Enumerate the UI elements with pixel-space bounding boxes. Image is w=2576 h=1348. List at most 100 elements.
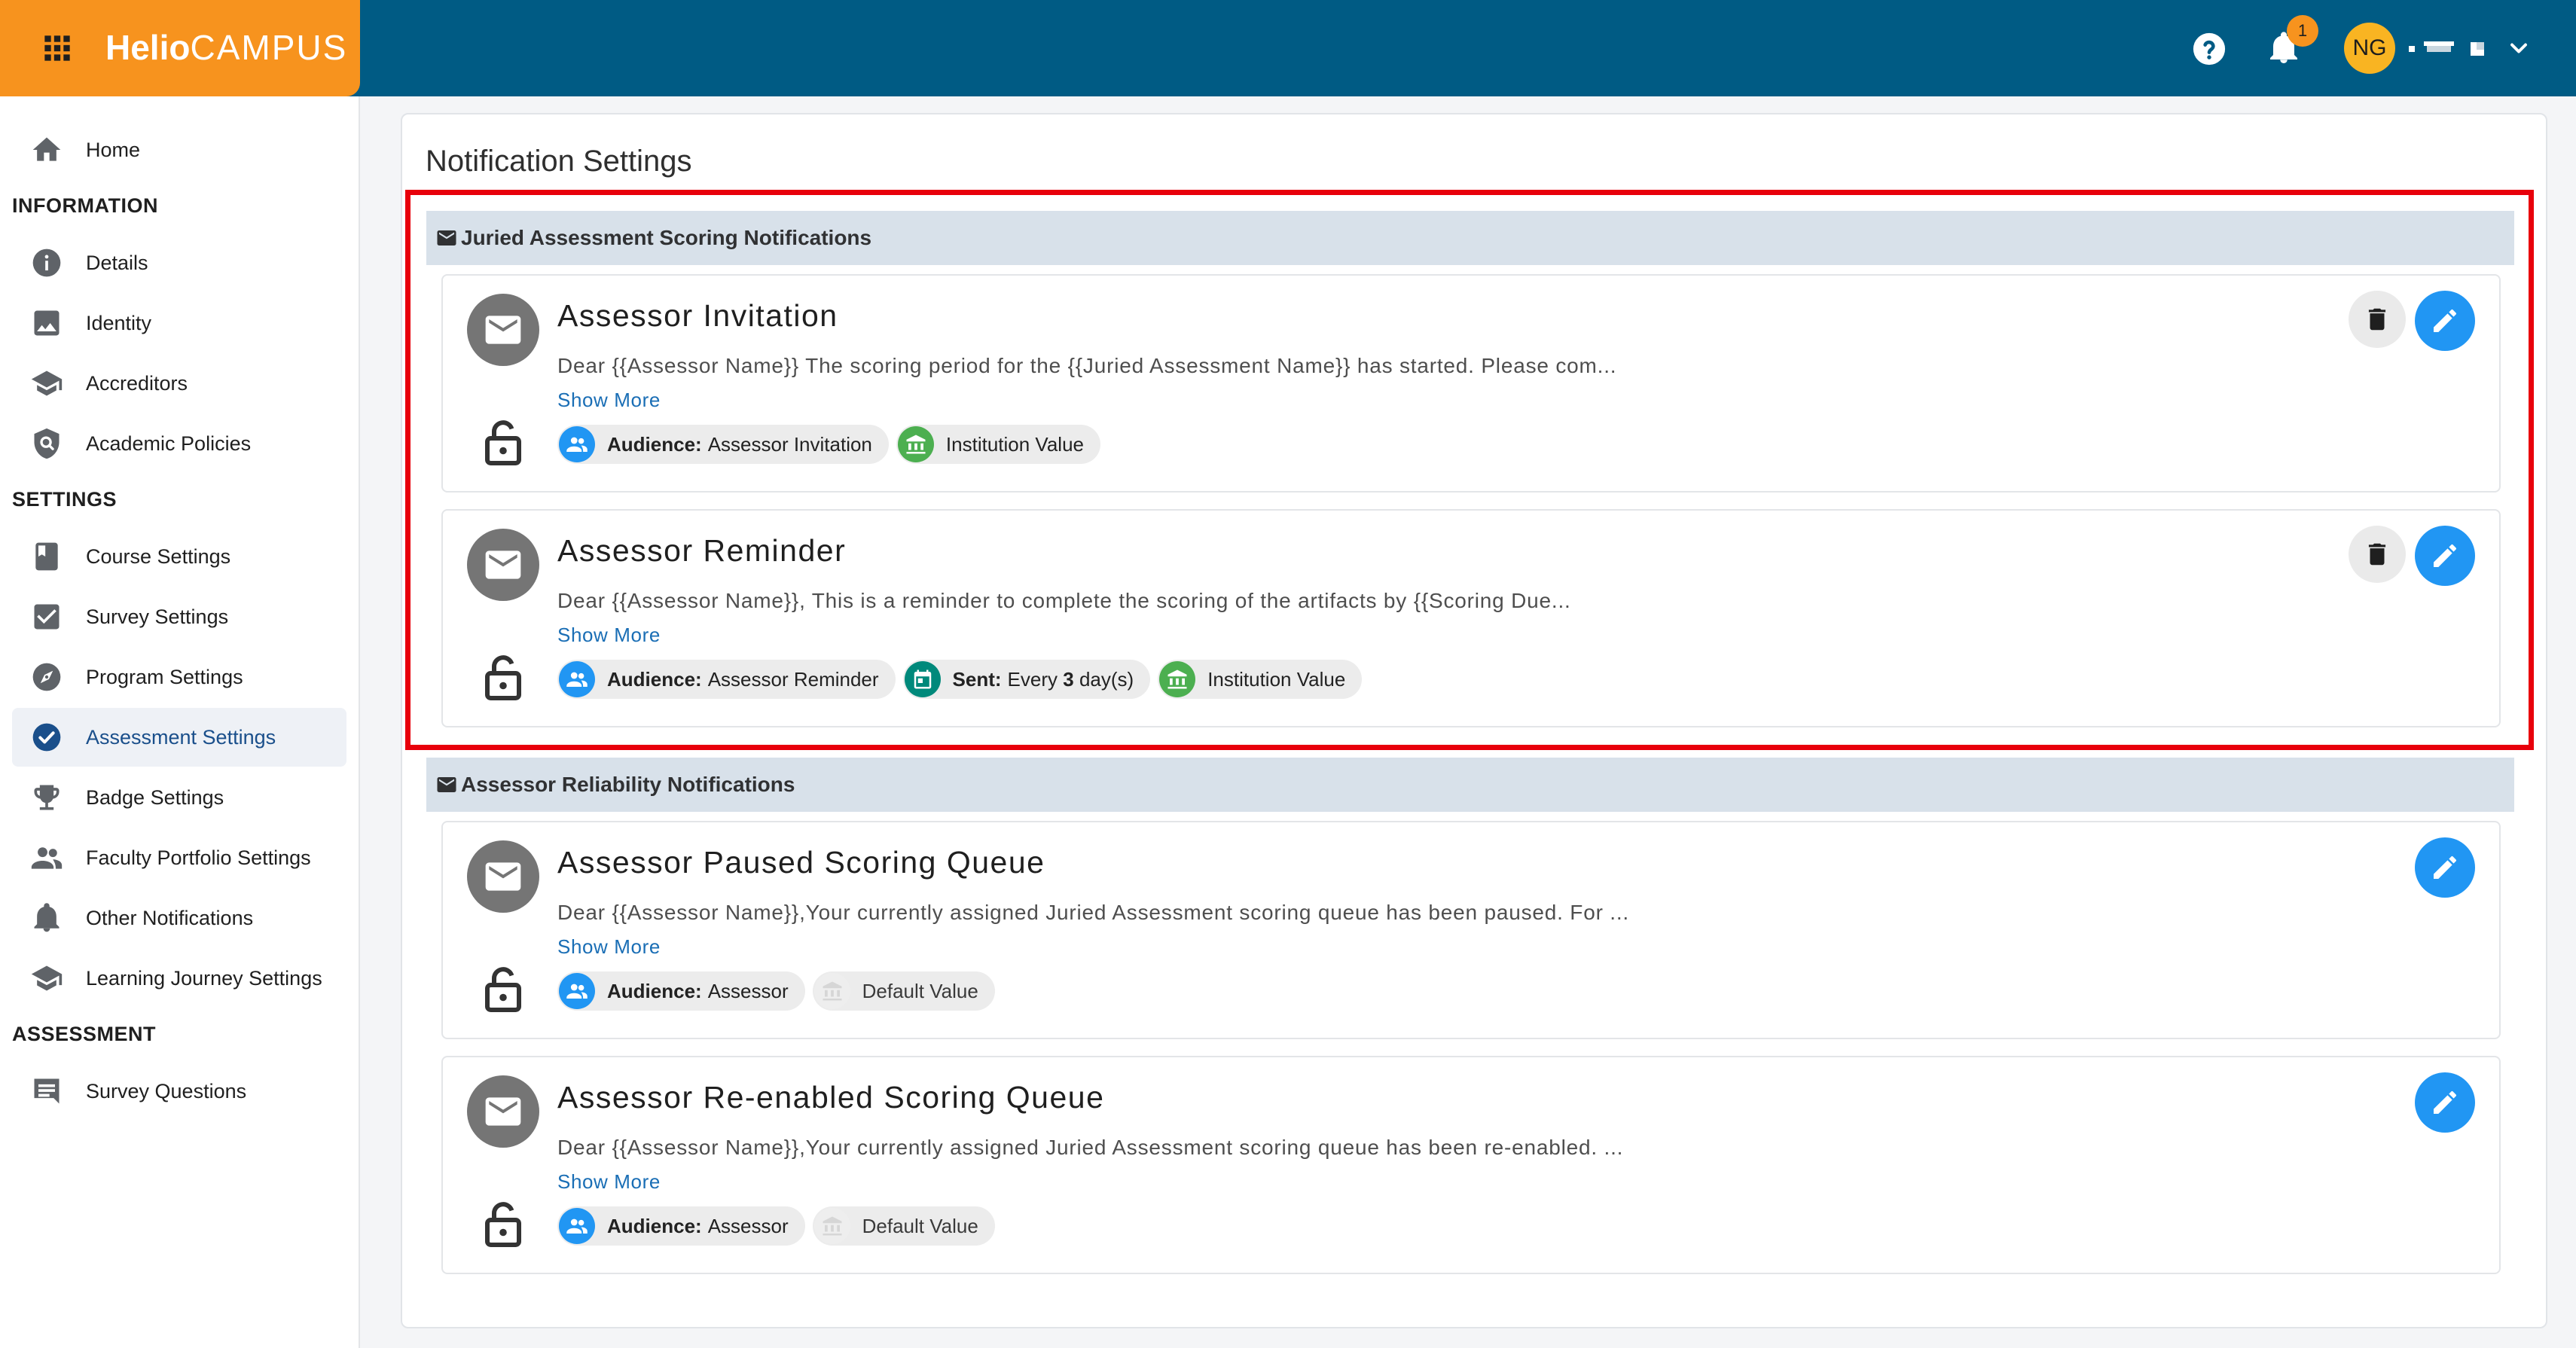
chevron-down-icon[interactable] (2505, 35, 2532, 62)
value-source-label: Default Value (862, 1214, 978, 1237)
notification-title: Assessor Paused Scoring Queue (557, 845, 1045, 880)
sidebar-item-home[interactable]: Home (12, 120, 346, 179)
value-source-label: Default Value (862, 979, 978, 1002)
sidebar-item-label: Academic Policies (86, 432, 252, 455)
institution-icon (813, 973, 850, 1009)
comment-icon (34, 1078, 60, 1104)
chip-row: Audience: Assessor Reminder Sent: Every 3 … (557, 660, 1363, 699)
sidebar-item-label: Identity (86, 311, 152, 334)
pencil-icon (2434, 1091, 2456, 1114)
notification-title: Assessor Reminder (557, 533, 847, 568)
audience-label: Audience: (607, 1214, 702, 1237)
help-icon[interactable] (2192, 32, 2227, 66)
envelope-icon (437, 777, 456, 792)
sidebar-item-label: Survey Questions (86, 1079, 247, 1102)
logo-part-2: CAMPUS (190, 28, 348, 67)
delete-button[interactable] (2349, 291, 2406, 348)
pencil-icon (2434, 856, 2456, 879)
sidebar-item-survey-settings[interactable]: Survey Settings (12, 587, 346, 646)
apps-grid-icon[interactable] (42, 33, 72, 63)
sidebar-item-label: Badge Settings (86, 785, 224, 809)
value-source-label: Institution Value (945, 432, 1084, 456)
notification-count-badge: 1 (2287, 15, 2318, 47)
audience-value: Assessor Reminder (707, 667, 879, 691)
sidebar-item-survey-questions[interactable]: Survey Questions (12, 1062, 346, 1121)
show-more-link[interactable]: Show More (557, 935, 661, 959)
envelope-avatar (467, 1075, 539, 1148)
sidebar-item-faculty-portfolio-settings[interactable]: Faculty Portfolio Settings (12, 828, 346, 887)
envelope-icon (485, 316, 521, 344)
logo-part-1: Helio (105, 28, 191, 67)
notification-preview: Dear {{Assessor Name}},Your currently as… (557, 1136, 1624, 1159)
notification-card[interactable]: Assessor Paused Scoring Queue Dear {{Ass… (441, 821, 2501, 1039)
info-icon (32, 249, 61, 277)
edit-button[interactable] (2415, 526, 2475, 586)
envelope-avatar (467, 529, 539, 601)
audience-value: Assessor (707, 1214, 789, 1237)
user-avatar[interactable]: NG (2344, 23, 2395, 74)
sidebar-item-academic-policies[interactable]: Academic Policies (12, 414, 346, 473)
audience-chip: Audience: Assessor Invitation (557, 425, 889, 464)
audience-label: Audience: (607, 979, 702, 1002)
sidebar-item-learning-journey-settings[interactable]: Learning Journey Settings (12, 949, 346, 1008)
lock-open-icon[interactable] (476, 651, 530, 705)
pencil-icon (2434, 310, 2456, 332)
value-source-chip: Institution Value (896, 425, 1100, 464)
school-icon (31, 371, 63, 396)
audience-chip: Audience: Assessor (557, 1206, 805, 1246)
sidebar-item-assessment-settings[interactable]: Assessment Settings (12, 708, 346, 767)
top-bar: HelioCAMPUS 1 NG (0, 0, 2576, 96)
edit-button[interactable] (2415, 837, 2475, 898)
lock-open-icon[interactable] (476, 416, 530, 470)
trash-icon (2368, 308, 2386, 331)
sent-prefix: Every (1007, 667, 1058, 691)
trophy-icon (34, 785, 60, 810)
chip-row: Audience: Assessor Default Value (557, 971, 995, 1011)
sidebar-item-badge-settings[interactable]: Badge Settings (12, 768, 346, 827)
value-source-chip: Default Value (812, 1206, 995, 1246)
sidebar-item-details[interactable]: Details (12, 233, 346, 292)
policy-icon (34, 428, 60, 459)
sidebar-item-label: Other Notifications (86, 906, 254, 929)
sidebar-item-accreditors[interactable]: Accreditors (12, 354, 346, 413)
sidebar-item-label: Accreditors (86, 371, 188, 395)
sidebar-heading-settings: SETTINGS (12, 488, 118, 511)
sidebar-item-other-notifications[interactable]: Other Notifications (12, 889, 346, 947)
app-logo[interactable]: HelioCAMPUS (105, 27, 347, 68)
compass-icon (32, 663, 61, 691)
sidebar-heading-assessment: ASSESSMENT (12, 1023, 157, 1045)
sidebar-heading-information: INFORMATION (12, 194, 158, 217)
school-icon (31, 965, 63, 991)
calendar-icon (904, 661, 941, 697)
edit-button[interactable] (2415, 291, 2475, 351)
envelope-icon (485, 862, 521, 891)
people-icon (559, 973, 595, 1009)
pencil-icon (2434, 544, 2456, 567)
sidebar-item-label: Details (86, 251, 148, 274)
lock-open-icon[interactable] (476, 1197, 530, 1252)
value-source-chip: Default Value (812, 971, 995, 1011)
checkbox-icon (34, 604, 60, 630)
edit-button[interactable] (2415, 1072, 2475, 1133)
sidebar-item-identity[interactable]: Identity (12, 294, 346, 352)
show-more-link[interactable]: Show More (557, 624, 661, 647)
envelope-icon (437, 230, 456, 246)
notification-card[interactable]: Assessor Reminder Dear {{Assessor Name}}… (441, 509, 2501, 727)
image-icon (34, 310, 60, 336)
institution-icon (813, 1208, 850, 1244)
notification-card[interactable]: Assessor Re-enabled Scoring Queue Dear {… (441, 1056, 2501, 1274)
notification-preview: Dear {{Assessor Name}},Your currently as… (557, 901, 1630, 924)
notification-card[interactable]: Assessor Invitation Dear {{Assessor Name… (441, 274, 2501, 493)
lock-open-icon[interactable] (476, 962, 530, 1017)
notification-title: Assessor Re-enabled Scoring Queue (557, 1080, 1105, 1115)
audience-value: Assessor (707, 979, 789, 1002)
delete-button[interactable] (2349, 526, 2406, 583)
audience-label: Audience: (607, 432, 702, 456)
show-more-link[interactable]: Show More (557, 389, 661, 412)
sidebar-item-program-settings[interactable]: Program Settings (12, 648, 346, 706)
institution-icon (897, 426, 934, 462)
notification-preview: Dear {{Assessor Name}}, This is a remind… (557, 589, 1571, 612)
sidebar-item-label: Assessment Settings (86, 725, 276, 749)
sidebar-item-course-settings[interactable]: Course Settings (12, 527, 346, 586)
show-more-link[interactable]: Show More (557, 1170, 661, 1194)
